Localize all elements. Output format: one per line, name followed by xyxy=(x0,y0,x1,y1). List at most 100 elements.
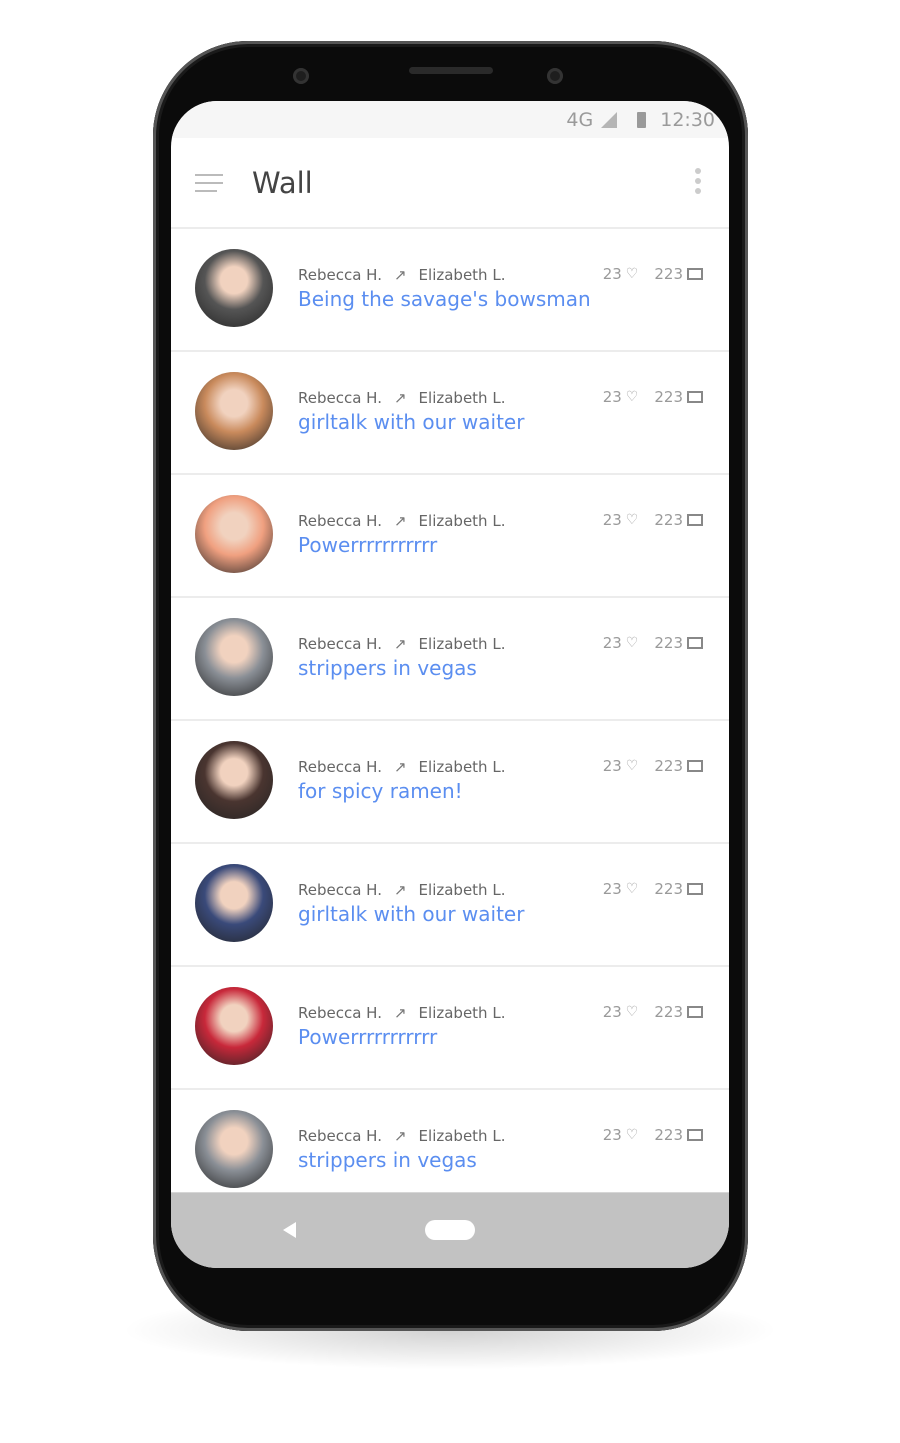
list-item[interactable]: Rebecca H. ↗ Elizabeth L. Being the sava… xyxy=(171,229,729,352)
avatar[interactable] xyxy=(195,249,273,327)
post-message[interactable]: for spicy ramen! xyxy=(298,779,463,803)
avatar[interactable] xyxy=(195,618,273,696)
hamburger-icon[interactable] xyxy=(195,173,223,192)
comment-icon[interactable] xyxy=(687,883,703,895)
like-count: 23 xyxy=(602,1003,622,1021)
post-participants: Rebecca H. ↗ Elizabeth L. xyxy=(298,635,505,653)
post-message[interactable]: girltalk with our waiter xyxy=(298,410,524,434)
screen: 4G 12:30 Wall Rebecca H. ↗ Elizabeth L. … xyxy=(171,101,729,1268)
avatar[interactable] xyxy=(195,741,273,819)
recipient-name[interactable]: Elizabeth L. xyxy=(419,512,506,530)
post-participants: Rebecca H. ↗ Elizabeth L. xyxy=(298,389,505,407)
comment-icon[interactable] xyxy=(687,268,703,280)
post-stats: 23 ♡ 223 xyxy=(603,757,703,775)
post-stats: 23 ♡ 223 xyxy=(603,265,703,283)
avatar[interactable] xyxy=(195,987,273,1065)
front-camera-icon xyxy=(547,68,563,84)
list-item[interactable]: Rebecca H. ↗ Elizabeth L. Powerrrrrrrrrr… xyxy=(171,475,729,598)
post-stats: 23 ♡ 223 xyxy=(603,1003,703,1021)
post-stats: 23 ♡ 223 xyxy=(603,634,703,652)
arrow-right-icon: ↗ xyxy=(393,512,407,530)
sender-name[interactable]: Rebecca H. xyxy=(298,1127,382,1145)
status-bar: 4G 12:30 xyxy=(171,101,729,138)
post-message[interactable]: Being the savage's bowsman xyxy=(298,287,591,311)
battery-icon xyxy=(637,111,647,128)
recipient-name[interactable]: Elizabeth L. xyxy=(419,266,506,284)
post-stats: 23 ♡ 223 xyxy=(603,880,703,898)
sender-name[interactable]: Rebecca H. xyxy=(298,266,382,284)
signal-icon xyxy=(601,111,618,128)
arrow-right-icon: ↗ xyxy=(393,266,407,284)
heart-icon[interactable]: ♡ xyxy=(626,635,639,651)
list-item[interactable]: Rebecca H. ↗ Elizabeth L. girltalk with … xyxy=(171,844,729,967)
home-button[interactable] xyxy=(425,1220,475,1240)
comment-icon[interactable] xyxy=(687,1006,703,1018)
comment-count: 223 xyxy=(654,757,683,775)
avatar[interactable] xyxy=(195,864,273,942)
sender-name[interactable]: Rebecca H. xyxy=(298,758,382,776)
post-stats: 23 ♡ 223 xyxy=(603,388,703,406)
post-message[interactable]: Powerrrrrrrrrrr xyxy=(298,533,437,557)
post-participants: Rebecca H. ↗ Elizabeth L. xyxy=(298,1004,505,1022)
post-message[interactable]: strippers in vegas xyxy=(298,1148,477,1172)
comment-count: 223 xyxy=(654,1126,683,1144)
heart-icon[interactable]: ♡ xyxy=(626,1004,639,1020)
post-stats: 23 ♡ 223 xyxy=(603,1126,703,1144)
list-item[interactable]: Rebecca H. ↗ Elizabeth L. Powerrrrrrrrrr… xyxy=(171,967,729,1090)
system-nav-bar xyxy=(171,1192,729,1268)
avatar[interactable] xyxy=(195,495,273,573)
sender-name[interactable]: Rebecca H. xyxy=(298,881,382,899)
avatar[interactable] xyxy=(195,372,273,450)
recipient-name[interactable]: Elizabeth L. xyxy=(419,1004,506,1022)
comment-icon[interactable] xyxy=(687,1129,703,1141)
post-participants: Rebecca H. ↗ Elizabeth L. xyxy=(298,512,505,530)
post-participants: Rebecca H. ↗ Elizabeth L. xyxy=(298,1127,505,1145)
heart-icon[interactable]: ♡ xyxy=(626,266,639,282)
comment-icon[interactable] xyxy=(687,514,703,526)
recipient-name[interactable]: Elizabeth L. xyxy=(419,389,506,407)
comment-count: 223 xyxy=(654,1003,683,1021)
arrow-right-icon: ↗ xyxy=(393,1004,407,1022)
sensor-icon xyxy=(293,68,309,84)
more-vertical-icon[interactable] xyxy=(695,168,701,194)
arrow-right-icon: ↗ xyxy=(393,881,407,899)
sender-name[interactable]: Rebecca H. xyxy=(298,512,382,530)
post-message[interactable]: girltalk with our waiter xyxy=(298,902,524,926)
heart-icon[interactable]: ♡ xyxy=(626,512,639,528)
avatar[interactable] xyxy=(195,1110,273,1188)
like-count: 23 xyxy=(602,265,622,283)
sender-name[interactable]: Rebecca H. xyxy=(298,635,382,653)
post-message[interactable]: Powerrrrrrrrrrr xyxy=(298,1025,437,1049)
page-title: Wall xyxy=(252,165,313,200)
back-icon[interactable] xyxy=(283,1222,296,1238)
recipient-name[interactable]: Elizabeth L. xyxy=(419,1127,506,1145)
heart-icon[interactable]: ♡ xyxy=(626,1127,639,1143)
post-participants: Rebecca H. ↗ Elizabeth L. xyxy=(298,758,505,776)
comment-icon[interactable] xyxy=(687,637,703,649)
list-item[interactable]: Rebecca H. ↗ Elizabeth L. girltalk with … xyxy=(171,352,729,475)
sender-name[interactable]: Rebecca H. xyxy=(298,389,382,407)
heart-icon[interactable]: ♡ xyxy=(626,758,639,774)
heart-icon[interactable]: ♡ xyxy=(626,389,639,405)
list-item[interactable]: Rebecca H. ↗ Elizabeth L. for spicy rame… xyxy=(171,721,729,844)
clock: 12:30 xyxy=(660,108,715,131)
speaker-grille xyxy=(409,67,493,74)
comment-count: 223 xyxy=(654,265,683,283)
post-list: Rebecca H. ↗ Elizabeth L. Being the sava… xyxy=(171,229,729,1213)
recipient-name[interactable]: Elizabeth L. xyxy=(419,881,506,899)
comment-icon[interactable] xyxy=(687,391,703,403)
app-bar: Wall xyxy=(171,138,729,229)
like-count: 23 xyxy=(602,511,622,529)
like-count: 23 xyxy=(602,880,622,898)
recipient-name[interactable]: Elizabeth L. xyxy=(419,635,506,653)
comment-count: 223 xyxy=(654,511,683,529)
like-count: 23 xyxy=(602,634,622,652)
like-count: 23 xyxy=(602,388,622,406)
comment-icon[interactable] xyxy=(687,760,703,772)
post-message[interactable]: strippers in vegas xyxy=(298,656,477,680)
list-item[interactable]: Rebecca H. ↗ Elizabeth L. strippers in v… xyxy=(171,598,729,721)
heart-icon[interactable]: ♡ xyxy=(626,881,639,897)
recipient-name[interactable]: Elizabeth L. xyxy=(419,758,506,776)
sender-name[interactable]: Rebecca H. xyxy=(298,1004,382,1022)
comment-count: 223 xyxy=(654,388,683,406)
